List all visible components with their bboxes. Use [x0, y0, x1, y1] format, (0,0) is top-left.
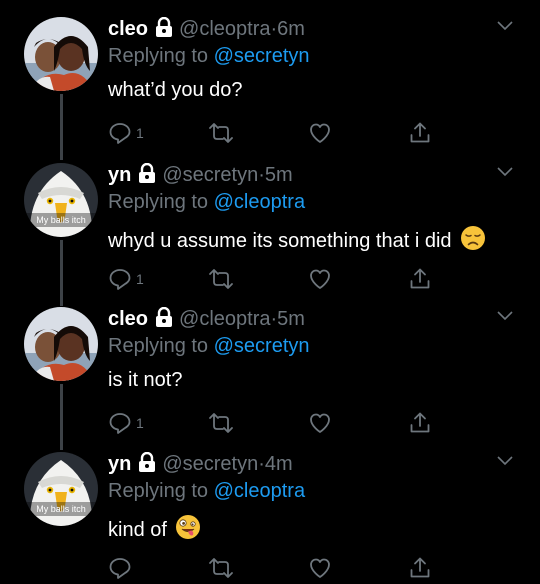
timestamp[interactable]: 6m	[277, 18, 305, 41]
handle[interactable]: @secretyn	[162, 453, 258, 476]
display-name[interactable]: cleo	[108, 18, 148, 41]
avatar[interactable]	[24, 17, 98, 91]
tweet-text: what’d you do?	[108, 79, 243, 102]
zany-face-emoji	[175, 514, 201, 546]
chevron-down-icon[interactable]	[496, 165, 514, 183]
heart-icon	[310, 413, 330, 433]
tweet[interactable]: My balls itch yn @secretyn · 4m Replying…	[0, 450, 540, 580]
reply-button[interactable]: 1	[108, 267, 144, 291]
timestamp[interactable]: 5m	[277, 308, 305, 331]
like-button[interactable]	[308, 267, 332, 291]
replying-to: Replying to @cleoptra	[108, 191, 305, 214]
tweet-text-content: kind of	[108, 518, 167, 541]
tweet-text: kind of	[108, 514, 201, 546]
like-button[interactable]	[308, 411, 332, 435]
replying-to-label: Replying to	[108, 335, 209, 357]
separator: ·	[270, 307, 278, 330]
tweet-actions: 1	[108, 411, 438, 437]
tweet-text: is it not?	[108, 369, 182, 392]
like-button[interactable]	[308, 556, 332, 580]
reply-count: 1	[136, 415, 144, 431]
heart-icon	[310, 269, 330, 289]
lock-icon	[155, 16, 173, 42]
tweet-text-content: whyd u assume its something that i did	[108, 229, 452, 252]
reply-icon	[109, 123, 131, 144]
avatar[interactable]	[24, 307, 98, 381]
display-name[interactable]: yn	[108, 164, 131, 187]
tweet[interactable]: My balls itch yn @secretyn · 5m Replying…	[0, 161, 540, 291]
mention-link[interactable]: @secretyn	[214, 45, 310, 67]
tweet-text: whyd u assume its something that i did	[108, 225, 486, 257]
display-name[interactable]: yn	[108, 453, 131, 476]
timestamp[interactable]: 5m	[265, 164, 293, 187]
share-icon	[410, 268, 430, 289]
tweet-header: cleo @cleoptra · 6m	[108, 15, 305, 43]
retweet-button[interactable]	[208, 556, 234, 580]
reply-icon	[109, 413, 131, 434]
replying-to: Replying to @secretyn	[108, 45, 310, 68]
reply-count: 1	[136, 271, 144, 287]
share-icon	[410, 122, 430, 143]
chevron-down-icon[interactable]	[496, 19, 514, 37]
avatar-caption: My balls itch	[36, 504, 86, 514]
avatar[interactable]: My balls itch	[24, 452, 98, 526]
tweet-text-content: is it not?	[108, 369, 183, 391]
reply-button[interactable]	[108, 556, 136, 580]
mention-link[interactable]: @cleoptra	[214, 480, 305, 502]
tweet-actions: 1	[108, 121, 438, 147]
reply-count: 1	[136, 125, 144, 141]
replying-to-label: Replying to	[108, 480, 209, 502]
replying-to: Replying to @secretyn	[108, 335, 310, 358]
like-button[interactable]	[308, 121, 332, 145]
retweet-button[interactable]	[208, 267, 234, 291]
tweet[interactable]: cleo @cleoptra · 5m Replying to @secrety…	[0, 305, 540, 435]
heart-icon	[310, 123, 330, 143]
lock-icon	[138, 451, 156, 477]
tweet[interactable]: cleo @cleoptra · 6m Replying to @secrety…	[0, 15, 540, 145]
handle[interactable]: @secretyn	[162, 164, 258, 187]
timestamp[interactable]: 4m	[265, 453, 293, 476]
share-icon	[410, 557, 430, 578]
tweet-header: yn @secretyn · 4m	[108, 450, 293, 478]
share-button[interactable]	[408, 121, 432, 145]
tweet-actions: 1	[108, 267, 438, 293]
share-icon	[410, 412, 430, 433]
chevron-down-icon[interactable]	[496, 454, 514, 472]
retweet-icon	[209, 269, 233, 289]
separator: ·	[258, 163, 265, 186]
mention-link[interactable]: @secretyn	[214, 335, 310, 357]
mention-link[interactable]: @cleoptra	[214, 191, 305, 213]
avatar[interactable]: My balls itch	[24, 163, 98, 237]
reply-icon	[109, 558, 131, 579]
separator: ·	[270, 17, 278, 40]
share-button[interactable]	[408, 556, 432, 580]
retweet-icon	[209, 123, 233, 143]
retweet-icon	[209, 558, 233, 578]
replying-to: Replying to @cleoptra	[108, 480, 305, 503]
tweet-header: cleo @cleoptra · 5m	[108, 305, 305, 333]
reply-button[interactable]: 1	[108, 411, 144, 435]
reply-icon	[109, 269, 131, 290]
handle[interactable]: @cleoptra	[179, 308, 270, 331]
replying-to-label: Replying to	[108, 45, 209, 67]
heart-icon	[310, 558, 330, 578]
share-button[interactable]	[408, 411, 432, 435]
separator: ·	[258, 452, 265, 475]
retweet-button[interactable]	[208, 411, 234, 435]
disappointed-face-emoji	[460, 225, 486, 257]
retweet-button[interactable]	[208, 121, 234, 145]
display-name[interactable]: cleo	[108, 308, 148, 331]
avatar-caption: My balls itch	[36, 215, 86, 225]
retweet-icon	[209, 413, 233, 433]
replying-to-label: Replying to	[108, 191, 209, 213]
tweet-actions	[108, 556, 438, 582]
lock-icon	[138, 162, 156, 188]
lock-icon	[155, 306, 173, 332]
tweet-header: yn @secretyn · 5m	[108, 161, 293, 189]
handle[interactable]: @cleoptra	[179, 18, 270, 41]
chevron-down-icon[interactable]	[496, 309, 514, 327]
tweet-text-content: what’d you do?	[108, 79, 243, 101]
share-button[interactable]	[408, 267, 432, 291]
reply-button[interactable]: 1	[108, 121, 144, 145]
